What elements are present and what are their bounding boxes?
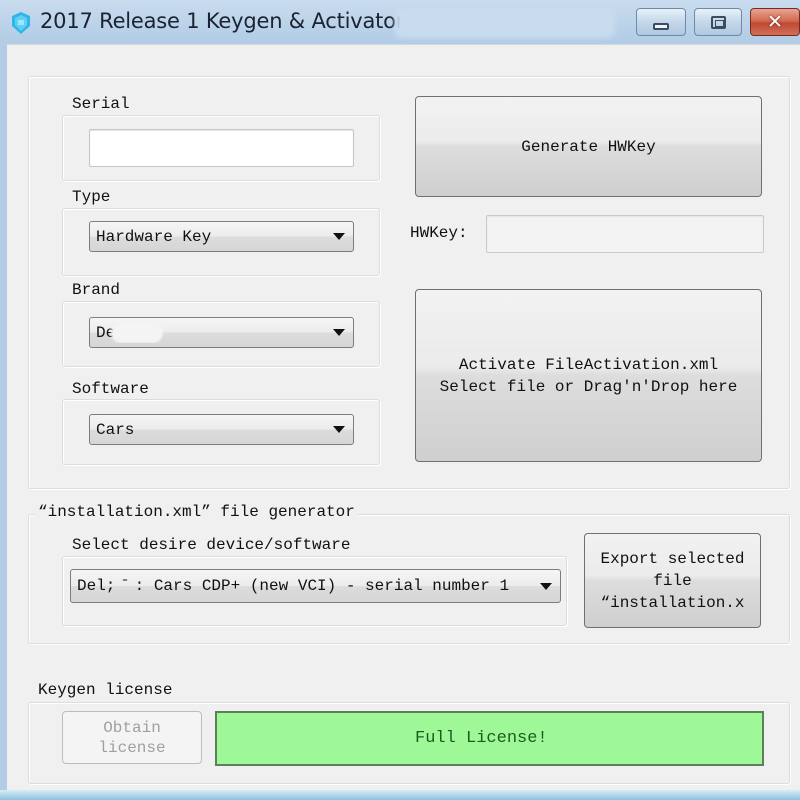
keygen-license-label: Keygen license bbox=[35, 681, 176, 699]
minimize-button[interactable] bbox=[636, 8, 686, 36]
maximize-icon bbox=[710, 15, 726, 29]
type-selected-value: Hardware Key bbox=[96, 227, 212, 246]
minimize-icon bbox=[653, 22, 669, 30]
activate-file-dropzone[interactable]: Activate FileActivation.xml Select file … bbox=[415, 289, 762, 462]
chevron-down-icon bbox=[333, 329, 345, 336]
activate-line-1: Activate FileActivation.xml bbox=[458, 355, 719, 374]
close-button[interactable]: ✕ bbox=[750, 8, 800, 36]
software-selected-value: Cars bbox=[96, 420, 135, 439]
device-selected-value: Del; ̄ : Cars CDP+ (new VCI) - serial nu… bbox=[77, 577, 510, 595]
app-window: 2017 Release 1 Keygen & Activator ✕ Seri… bbox=[0, 0, 800, 800]
export-line-3: “installation.x bbox=[600, 593, 745, 612]
app-shield-icon bbox=[12, 12, 30, 34]
license-status-text: Full License! bbox=[415, 729, 548, 748]
chevron-down-icon bbox=[333, 233, 345, 240]
hwkey-label: HWKey: bbox=[410, 224, 468, 242]
close-icon: ✕ bbox=[767, 11, 783, 33]
export-line-1: Export selected bbox=[600, 549, 745, 568]
title-redaction bbox=[395, 8, 615, 38]
software-label: Software bbox=[69, 380, 152, 398]
obtain-license-button[interactable]: Obtain license bbox=[62, 711, 202, 764]
serial-label: Serial bbox=[69, 95, 133, 113]
brand-redaction bbox=[111, 322, 164, 343]
device-dropdown[interactable]: Del; ̄ : Cars CDP+ (new VCI) - serial nu… bbox=[70, 569, 561, 603]
serial-input[interactable] bbox=[89, 129, 354, 167]
software-dropdown[interactable]: Cars bbox=[89, 414, 354, 445]
export-line-2: file bbox=[653, 571, 692, 590]
window-bottom-border bbox=[0, 790, 800, 800]
license-status-badge: Full License! bbox=[215, 711, 764, 766]
title-bar[interactable]: 2017 Release 1 Keygen & Activator ✕ bbox=[0, 0, 800, 46]
obtain-line-1: Obtain bbox=[103, 718, 161, 737]
maximize-button[interactable] bbox=[694, 8, 742, 36]
hwkey-field[interactable] bbox=[486, 215, 764, 253]
obtain-line-2: license bbox=[98, 738, 166, 757]
type-dropdown[interactable]: Hardware Key bbox=[89, 221, 354, 252]
generate-hwkey-button[interactable]: Generate HWKey bbox=[415, 96, 762, 197]
chevron-down-icon bbox=[540, 582, 552, 590]
type-label: Type bbox=[69, 188, 114, 206]
client-area: Serial Type Hardware Key Brand De Softwa… bbox=[7, 44, 800, 790]
chevron-down-icon bbox=[333, 426, 345, 433]
installation-generator-label: “installation.xml” file generator bbox=[35, 503, 358, 521]
brand-dropdown[interactable]: De bbox=[89, 317, 354, 348]
activate-line-2: Select file or Drag'n'Drop here bbox=[439, 377, 738, 396]
window-title: 2017 Release 1 Keygen & Activator bbox=[40, 9, 405, 33]
brand-label: Brand bbox=[69, 281, 124, 299]
generate-hwkey-label: Generate HWKey bbox=[521, 137, 656, 156]
export-installation-button[interactable]: Export selected file “installation.x bbox=[584, 533, 761, 628]
device-select-label: Select desire device/software bbox=[69, 536, 354, 554]
